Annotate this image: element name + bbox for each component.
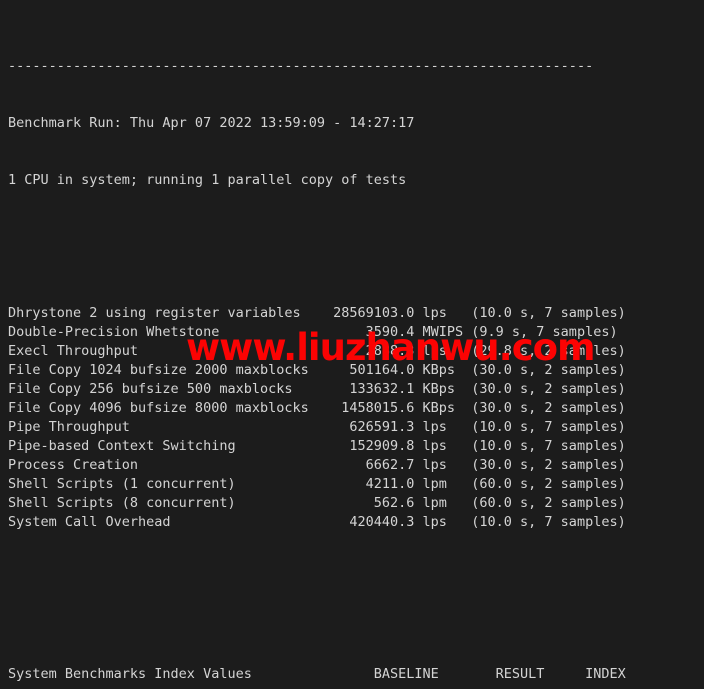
terminal-output: ----------------------------------------… <box>8 0 704 689</box>
top-rule: ----------------------------------------… <box>8 57 704 76</box>
raw-result-row: Shell Scripts (1 concurrent) 4211.0 lpm … <box>8 475 704 494</box>
raw-result-row: File Copy 256 bufsize 500 maxblocks 1336… <box>8 380 704 399</box>
raw-result-row: Shell Scripts (8 concurrent) 562.6 lpm (… <box>8 494 704 513</box>
raw-result-row: Pipe-based Context Switching 152909.8 lp… <box>8 437 704 456</box>
terminal-window[interactable]: ----------------------------------------… <box>0 0 704 689</box>
raw-result-row: System Call Overhead 420440.3 lps (10.0 … <box>8 513 704 532</box>
raw-result-row: File Copy 1024 bufsize 2000 maxblocks 50… <box>8 361 704 380</box>
raw-result-row: Pipe Throughput 626591.3 lps (10.0 s, 7 … <box>8 418 704 437</box>
spacer-2 <box>8 589 704 608</box>
raw-result-row: Execl Throughput 2888.3 lps (29.8 s, 2 s… <box>8 342 704 361</box>
spacer-1 <box>8 228 704 247</box>
raw-result-row: Process Creation 6662.7 lps (30.0 s, 2 s… <box>8 456 704 475</box>
cpu-info-line: 1 CPU in system; running 1 parallel copy… <box>8 171 704 190</box>
raw-results-block: Dhrystone 2 using register variables 285… <box>8 304 704 532</box>
raw-result-row: Dhrystone 2 using register variables 285… <box>8 304 704 323</box>
benchmark-run-header: Benchmark Run: Thu Apr 07 2022 13:59:09 … <box>8 114 704 133</box>
index-values-header: System Benchmarks Index Values BASELINE … <box>8 665 704 684</box>
raw-result-row: Double-Precision Whetstone 3590.4 MWIPS … <box>8 323 704 342</box>
raw-result-row: File Copy 4096 bufsize 8000 maxblocks 14… <box>8 399 704 418</box>
